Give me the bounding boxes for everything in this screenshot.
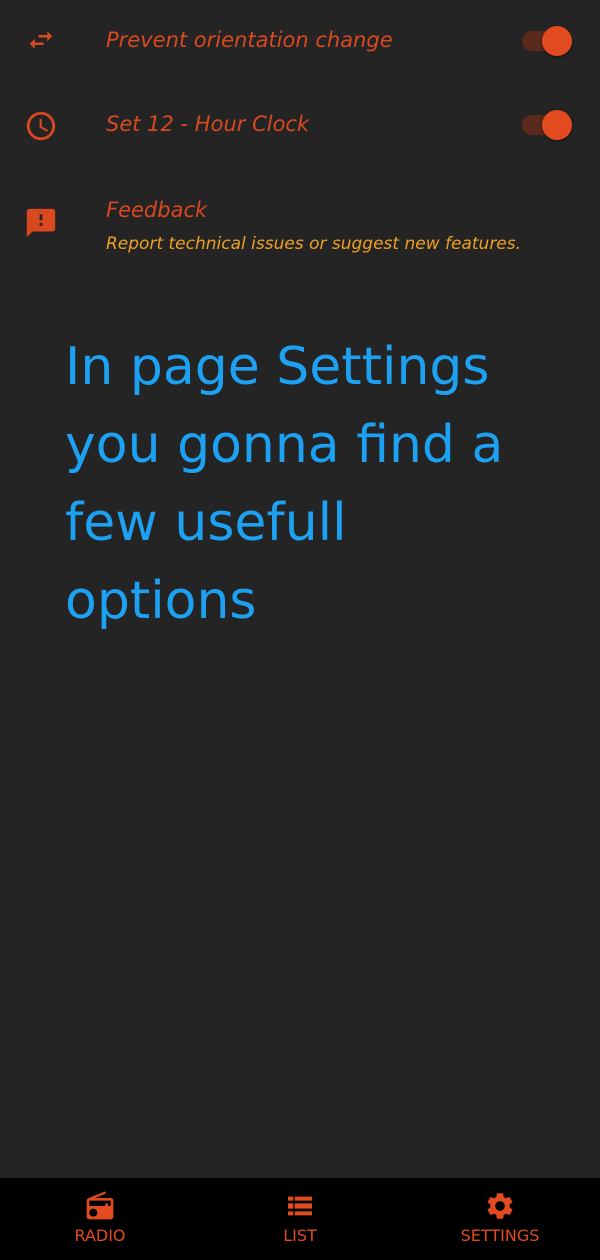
clock-toggle[interactable] xyxy=(522,110,572,140)
feedback-icon xyxy=(26,208,56,238)
nav-label: RADIO xyxy=(74,1226,126,1245)
setting-subtitle: Report technical issues or suggest new f… xyxy=(106,234,522,254)
setting-title: Prevent orientation change xyxy=(106,28,393,52)
settings-screen: Prevent orientation change Set 12 - Hour… xyxy=(0,0,600,1260)
gear-icon xyxy=(487,1193,513,1219)
setting-title: Set 12 - Hour Clock xyxy=(106,112,310,136)
orientation-toggle[interactable] xyxy=(522,26,572,56)
radio-icon xyxy=(86,1191,114,1220)
tutorial-overlay-text: In page Settings you gonna find a few us… xyxy=(65,337,504,631)
clock-icon xyxy=(26,111,56,141)
nav-item-radio[interactable]: RADIO xyxy=(0,1178,200,1260)
list-icon xyxy=(288,1196,312,1216)
nav-label: LIST xyxy=(283,1226,317,1245)
setting-12-hour-clock[interactable]: Set 12 - Hour Clock xyxy=(0,106,600,150)
nav-item-list[interactable]: LIST xyxy=(200,1178,400,1260)
nav-label: SETTINGS xyxy=(460,1226,540,1245)
setting-title: Feedback xyxy=(106,198,208,222)
nav-item-settings[interactable]: SETTINGS xyxy=(400,1178,600,1260)
setting-feedback[interactable]: Feedback Report technical issues or sugg… xyxy=(0,192,600,264)
toggle-thumb xyxy=(542,110,572,140)
toggle-thumb xyxy=(542,26,572,56)
bottom-navigation: RADIO LIST SETTINGS xyxy=(0,1178,600,1260)
swap-arrows-icon xyxy=(29,31,53,49)
setting-prevent-orientation[interactable]: Prevent orientation change xyxy=(0,22,600,66)
